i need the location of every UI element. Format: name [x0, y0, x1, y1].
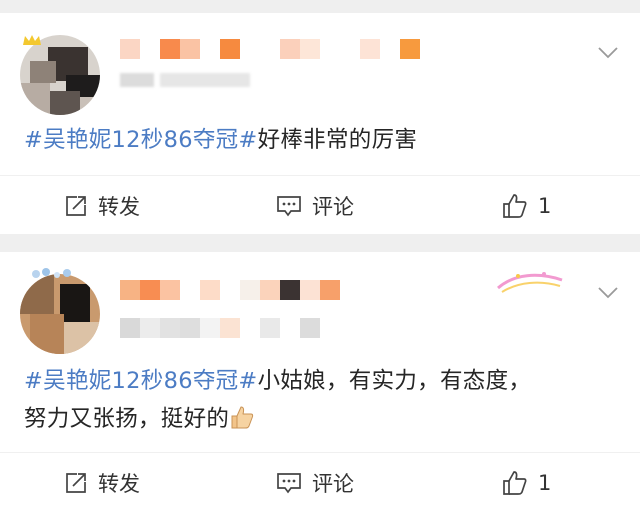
chevron-down-icon[interactable] [596, 40, 620, 64]
edit-share-icon [66, 196, 86, 216]
repost-button[interactable]: 转发 [64, 453, 140, 513]
post-meta-blurred [120, 73, 270, 87]
thumbs-up-emoji-icon [229, 404, 255, 430]
thumbs-up-icon [503, 194, 527, 218]
thumbs-up-icon [503, 471, 527, 495]
post-text-line2: 努力又张扬，挺好的 [24, 406, 230, 432]
comment-button[interactable]: 评论 [276, 176, 354, 236]
comment-icon [277, 196, 301, 217]
repost-label: 转发 [98, 472, 140, 496]
post-text: 小姑娘，有实力，有态度， [257, 368, 532, 394]
avatar[interactable] [20, 35, 100, 115]
username-blurred[interactable] [120, 39, 420, 59]
weibo-post-card: #吴艳妮12秒86夺冠#小姑娘，有实力，有态度， 努力又张扬，挺好的 转发 评论… [0, 252, 640, 523]
post-content: #吴艳妮12秒86夺冠#好棒非常的厉害 [24, 123, 620, 157]
repost-label: 转发 [98, 195, 140, 219]
comment-icon [277, 473, 301, 494]
avatar-crown-icon [22, 31, 42, 45]
weibo-post-card: #吴艳妮12秒86夺冠#好棒非常的厉害 转发 评论 1 [0, 13, 640, 234]
avatar[interactable] [20, 274, 100, 354]
post-text: 好棒非常的厉害 [257, 127, 418, 153]
topic-link[interactable]: #吴艳妮12秒86夺冠# [24, 127, 258, 153]
repost-button[interactable]: 转发 [64, 176, 140, 236]
avatar-badge-icon [30, 266, 74, 280]
comment-button[interactable]: 评论 [276, 453, 354, 513]
topic-link[interactable]: #吴艳妮12秒86夺冠# [24, 368, 258, 394]
like-button[interactable]: 1 [502, 453, 551, 513]
like-count: 1 [538, 194, 552, 218]
comment-label: 评论 [312, 195, 354, 219]
like-button[interactable]: 1 [502, 176, 551, 236]
username-blurred[interactable] [120, 280, 340, 300]
comment-label: 评论 [312, 472, 354, 496]
decoration-badge-icon [494, 268, 566, 298]
action-bar: 转发 评论 1 [0, 175, 640, 235]
post-content: #吴艳妮12秒86夺冠#小姑娘，有实力，有态度， 努力又张扬，挺好的 [24, 364, 620, 436]
edit-share-icon [66, 473, 86, 493]
action-bar: 转发 评论 1 [0, 452, 640, 512]
chevron-down-icon[interactable] [596, 280, 620, 304]
post-meta-blurred [120, 318, 320, 338]
like-count: 1 [538, 471, 552, 495]
